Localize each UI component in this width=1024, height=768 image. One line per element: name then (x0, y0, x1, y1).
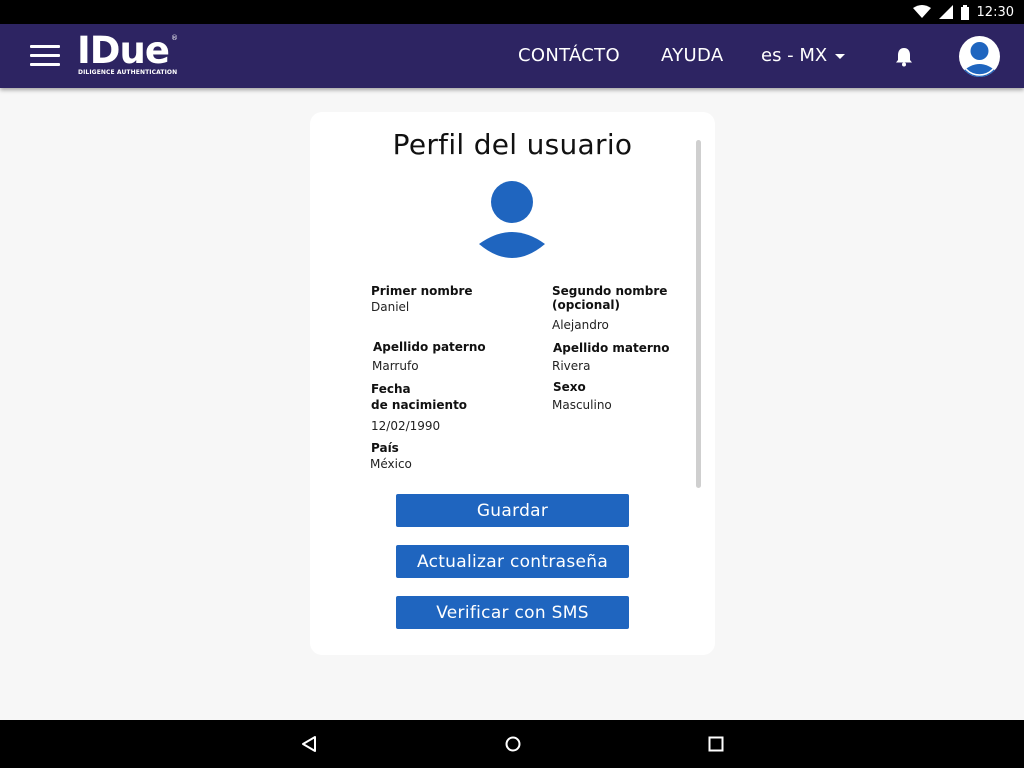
status-icons: 12:30 (912, 0, 1014, 24)
primer-nombre-value: Daniel (371, 300, 410, 314)
profile-card: Perfil del usuario Primer nombre Daniel … (310, 112, 715, 655)
pais-label: País (371, 441, 399, 455)
update-password-button[interactable]: Actualizar contraseña (396, 545, 629, 578)
apellido-materno-value: Rivera (552, 359, 591, 373)
battery-icon (960, 4, 969, 20)
bell-icon[interactable] (893, 46, 915, 68)
segundo-nombre-label: Segundo nombre (opcional) (552, 284, 667, 312)
save-button[interactable]: Guardar (396, 494, 629, 527)
home-icon[interactable] (503, 734, 523, 754)
nav-ayuda-link[interactable]: AYUDA (661, 45, 723, 66)
profile-picture-icon (479, 181, 545, 258)
logo-registered-mark: ® (171, 34, 178, 42)
avatar-graphic (960, 37, 999, 77)
chevron-down-icon (835, 54, 846, 59)
fecha-nacimiento-label: Fecha de nacimiento (371, 381, 467, 413)
card-scrollbar[interactable] (696, 140, 701, 488)
sexo-label: Sexo (553, 380, 586, 394)
app-header: IDue ® DILIGENCE AUTHENTICATION CONTÁCTO… (0, 24, 1024, 88)
verify-sms-button[interactable]: Verificar con SMS (396, 596, 629, 629)
back-icon[interactable] (299, 734, 319, 754)
logo-wordmark: IDue (77, 29, 170, 72)
language-select[interactable]: es - MX (761, 45, 846, 66)
primer-nombre-label: Primer nombre (371, 284, 473, 298)
signal-icon (938, 5, 953, 19)
segundo-nombre-label-line1: Segundo nombre (552, 284, 668, 298)
language-value: es - MX (761, 45, 828, 66)
logo-subtitle: DILIGENCE AUTHENTICATION (78, 69, 178, 76)
page-title: Perfil del usuario (392, 128, 633, 161)
fecha-nacimiento-label-line1: Fecha (371, 382, 411, 396)
nav-contacto-link[interactable]: CONTÁCTO (518, 45, 620, 66)
wifi-icon (912, 5, 931, 18)
fecha-nacimiento-value: 12/02/1990 (371, 419, 441, 433)
user-avatar-icon[interactable] (959, 36, 1000, 77)
apellido-paterno-label: Apellido paterno (373, 340, 486, 354)
segundo-nombre-label-line2: (opcional) (552, 298, 621, 312)
system-nav-bar (0, 720, 1024, 768)
apellido-materno-label: Apellido materno (553, 341, 670, 355)
segundo-nombre-value: Alejandro (552, 318, 609, 332)
status-time: 12:30 (976, 4, 1014, 20)
status-bar: 12:30 (0, 0, 1024, 24)
apellido-paterno-value: Marrufo (372, 359, 419, 373)
logo[interactable]: IDue ® DILIGENCE AUTHENTICATION (77, 29, 187, 79)
fecha-nacimiento-label-line2: de nacimiento (371, 398, 468, 412)
sexo-value: Masculino (552, 398, 612, 412)
menu-icon[interactable] (30, 45, 60, 67)
recents-icon[interactable] (706, 734, 726, 754)
pais-value: México (370, 457, 412, 471)
